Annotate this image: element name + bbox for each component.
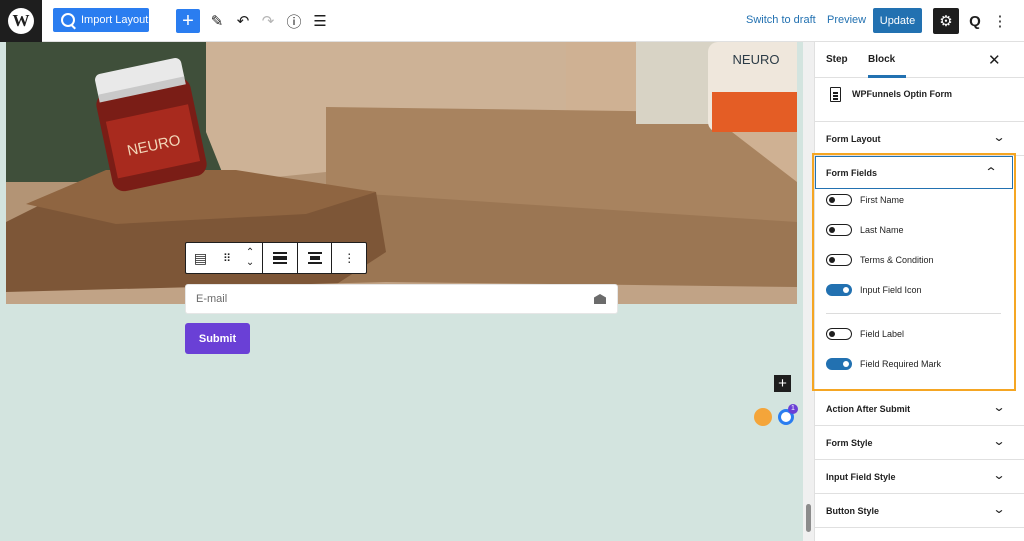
chevron-up-icon: ⌃ bbox=[984, 165, 998, 179]
close-sidebar-icon[interactable]: ✕ bbox=[988, 51, 1001, 69]
toggle-label: Input Field Icon bbox=[860, 285, 922, 295]
chat-widget-icon[interactable]: 1 bbox=[778, 404, 798, 425]
panel-action-after-submit[interactable]: Action After Submit ⌄ bbox=[815, 392, 1024, 426]
toggle-row-first-name: First Name bbox=[826, 193, 904, 207]
list-view-icon[interactable]: ☰ bbox=[308, 9, 332, 33]
field-label-toggle[interactable] bbox=[826, 328, 852, 340]
panel-form-layout-label: Form Layout bbox=[826, 134, 881, 144]
chevron-down-icon: ⌄ bbox=[992, 502, 1006, 516]
helper-avatar-icon[interactable] bbox=[754, 408, 772, 426]
input-field-icon-toggle[interactable] bbox=[826, 284, 852, 296]
panel-form-fields[interactable]: Form Fields ⌃ bbox=[815, 156, 1013, 189]
envelope-icon bbox=[594, 294, 606, 304]
last-name-toggle[interactable] bbox=[826, 224, 852, 236]
toggle-divider bbox=[826, 313, 1001, 314]
sidebar-tabs: Step Block ✕ bbox=[815, 42, 1024, 78]
chevron-down-icon: ⌄ bbox=[992, 468, 1006, 482]
panel-input-field-style-label: Input Field Style bbox=[826, 472, 896, 482]
switch-to-draft-link[interactable]: Switch to draft bbox=[746, 14, 816, 26]
first-name-toggle[interactable] bbox=[826, 194, 852, 206]
wordpress-logo-icon[interactable]: W bbox=[0, 0, 42, 42]
drag-handle-icon[interactable]: ⠿ bbox=[223, 252, 231, 265]
import-layout-button[interactable]: Import Layout bbox=[53, 8, 149, 32]
panel-form-style-label: Form Style bbox=[826, 438, 873, 448]
toggle-label: Terms & Condition bbox=[860, 255, 934, 265]
notification-badge: 1 bbox=[788, 404, 798, 414]
terms-condition-toggle[interactable] bbox=[826, 254, 852, 266]
panel-button-style[interactable]: Button Style ⌄ bbox=[815, 494, 1024, 528]
toggle-label: Last Name bbox=[860, 225, 904, 235]
toggle-row-input-icon: Input Field Icon bbox=[826, 283, 922, 297]
form-block-icon[interactable]: ▤ bbox=[194, 250, 207, 267]
editor-top-bar: W bbox=[0, 0, 1024, 42]
chevron-down-icon: ⌄ bbox=[992, 400, 1006, 414]
panel-form-layout[interactable]: Form Layout ⌄ bbox=[815, 122, 1024, 156]
field-required-mark-toggle[interactable] bbox=[826, 358, 852, 370]
info-icon[interactable]: ⓘ bbox=[282, 9, 306, 33]
canvas-scroll-thumb[interactable] bbox=[806, 504, 811, 532]
tab-step[interactable]: Step bbox=[826, 54, 848, 65]
toggle-row-required-mark: Field Required Mark bbox=[826, 357, 941, 371]
email-placeholder: E-mail bbox=[196, 293, 228, 305]
chevron-down-icon: ⌄ bbox=[992, 434, 1006, 448]
add-block-inline-button[interactable]: + bbox=[774, 375, 791, 392]
align-wide-icon[interactable] bbox=[263, 243, 298, 273]
form-document-icon bbox=[830, 87, 841, 102]
toggle-label: Field Required Mark bbox=[860, 359, 942, 369]
more-options-icon[interactable]: ⋮ bbox=[988, 9, 1012, 33]
block-card: WPFunnels Optin Form bbox=[815, 78, 1024, 122]
toggle-row-field-label: Field Label bbox=[826, 327, 904, 341]
import-q-icon bbox=[61, 13, 75, 27]
toggle-row-last-name: Last Name bbox=[826, 223, 904, 237]
import-layout-label: Import Layout bbox=[81, 14, 149, 26]
submit-button[interactable]: Submit bbox=[185, 323, 250, 354]
block-toolbar: ▤ ⠿ ⌃ ⌄ ⋮ bbox=[185, 242, 367, 274]
block-type-group: ▤ ⠿ ⌃ ⌄ bbox=[186, 243, 264, 273]
update-button[interactable]: Update bbox=[873, 8, 922, 33]
panel-form-style[interactable]: Form Style ⌄ bbox=[815, 426, 1024, 460]
block-more-options-icon[interactable]: ⋮ bbox=[332, 243, 366, 273]
settings-gear-icon[interactable]: ⚙ bbox=[933, 8, 959, 34]
qubely-icon[interactable]: Q bbox=[963, 9, 987, 33]
panel-action-after-submit-label: Action After Submit bbox=[826, 404, 911, 414]
jar-label-text-2: NEURO bbox=[733, 52, 780, 67]
toggle-row-terms: Terms & Condition bbox=[826, 253, 934, 267]
email-input[interactable]: E-mail bbox=[185, 284, 618, 314]
toggle-label: Field Label bbox=[860, 329, 905, 339]
block-card-title: WPFunnels Optin Form bbox=[852, 89, 952, 99]
panel-button-style-label: Button Style bbox=[826, 506, 879, 516]
chevron-down-icon: ⌄ bbox=[992, 130, 1006, 144]
pen-tool-icon[interactable]: ✎ bbox=[205, 9, 229, 33]
panel-input-field-style[interactable]: Input Field Style ⌄ bbox=[815, 460, 1024, 494]
preview-link[interactable]: Preview bbox=[827, 14, 866, 26]
tab-block[interactable]: Block bbox=[868, 54, 895, 65]
panel-form-fields-label: Form Fields bbox=[826, 168, 878, 178]
hero-image: NEURO NEURO bbox=[6, 42, 797, 304]
add-block-button[interactable]: + bbox=[176, 9, 200, 33]
align-full-icon[interactable] bbox=[298, 243, 333, 273]
undo-icon[interactable]: ↶ bbox=[231, 9, 255, 33]
toggle-label: First Name bbox=[860, 195, 905, 205]
redo-icon[interactable]: ↷ bbox=[256, 9, 280, 33]
move-up-down-icon[interactable]: ⌃ ⌄ bbox=[246, 248, 254, 268]
